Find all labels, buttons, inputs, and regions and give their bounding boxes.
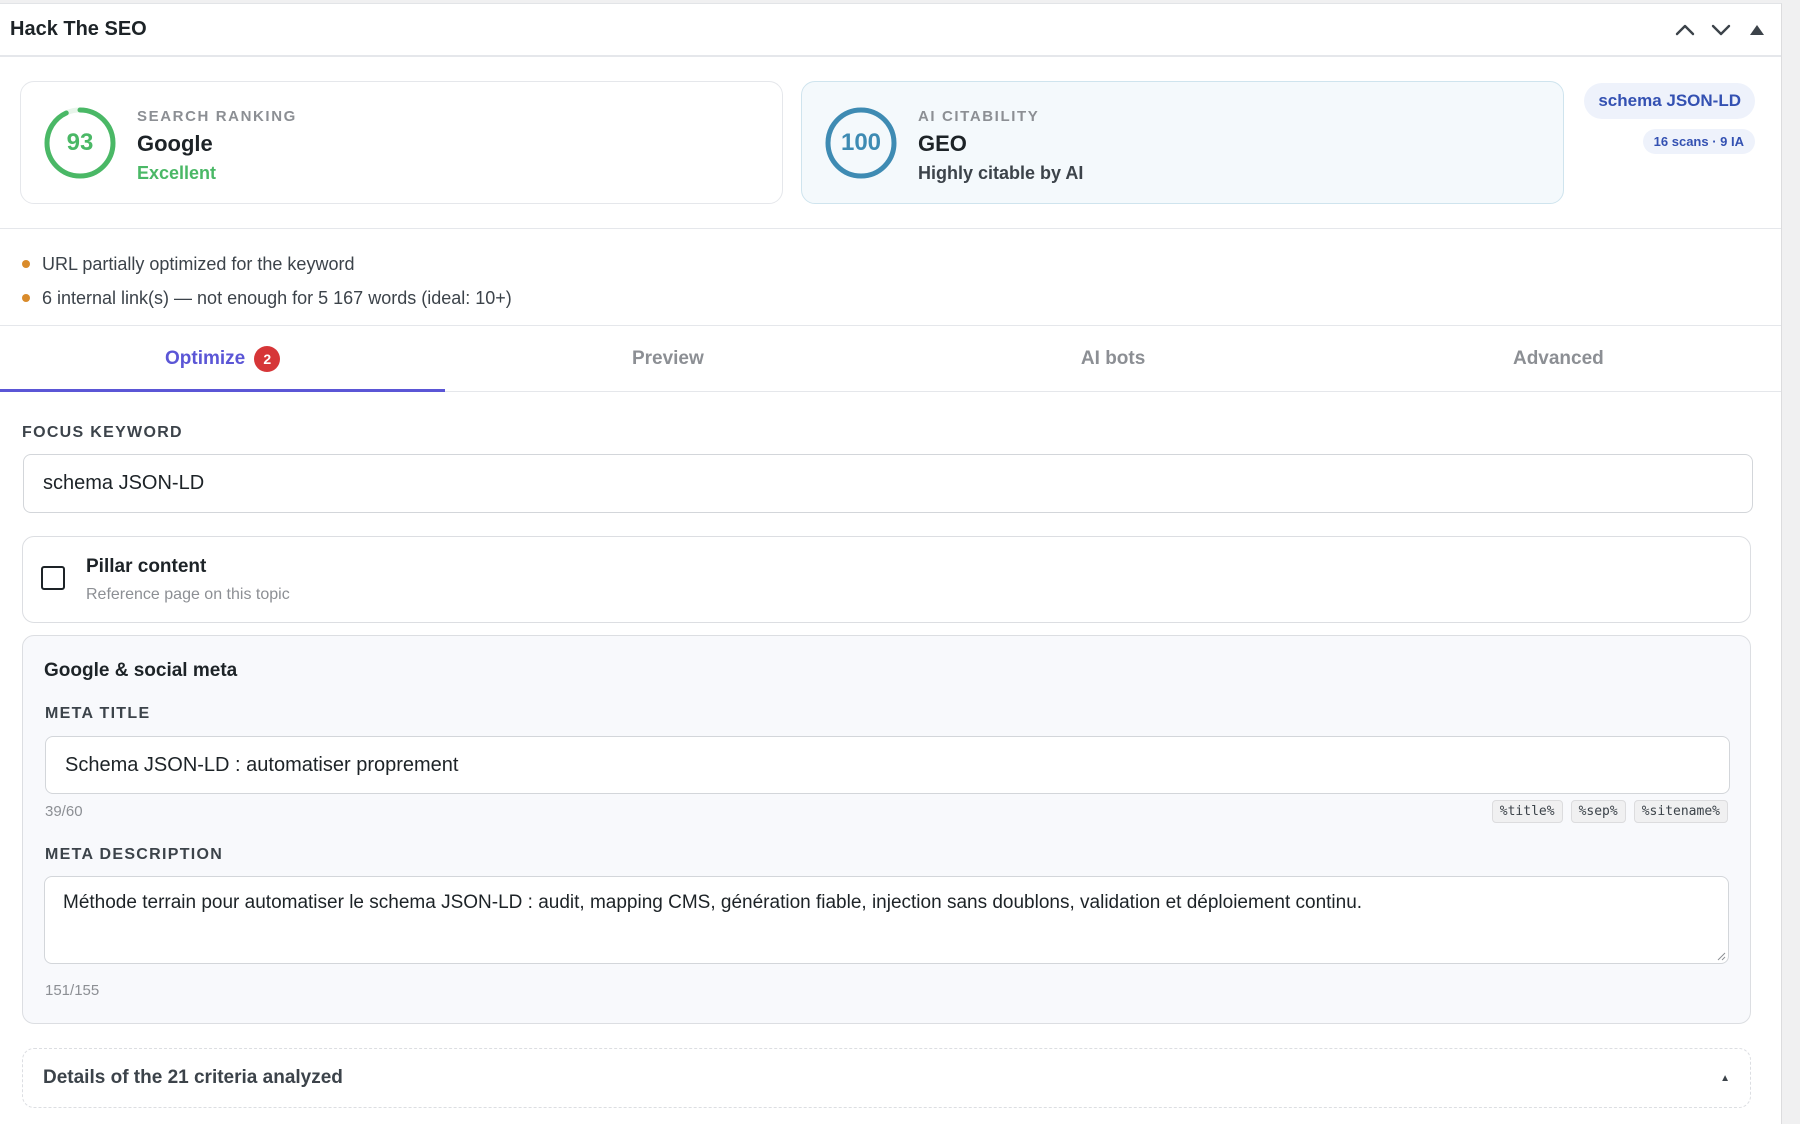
tab-optimize-label: Optimize [165, 347, 246, 369]
pillar-content-title: Pillar content [86, 556, 207, 577]
scans-pill: 16 scans · 9 IA [1642, 129, 1755, 154]
geo-score-ring: 100 [824, 106, 898, 180]
tab-bar: Optimize 2 Preview AI bots Advanced [0, 326, 1781, 392]
triangle-up-icon[interactable] [1745, 18, 1769, 42]
meta-description-text: Méthode terrain pour automatiser le sche… [63, 892, 1363, 913]
issue-text: URL partially optimized for the keyword [42, 253, 355, 274]
issue-list: URL partially optimized for the keyword … [0, 229, 1781, 326]
resize-handle-icon[interactable] [1716, 951, 1726, 961]
ai-citability-text: AI CITABILITY GEO Highly citable by AI [918, 108, 1083, 184]
issue-item: URL partially optimized for the keyword [22, 247, 1781, 281]
meta-title-input[interactable] [45, 736, 1730, 794]
keyword-pill: schema JSON-LD [1584, 83, 1755, 119]
tab-advanced-label: Advanced [1512, 347, 1604, 369]
search-ranking-label: SEARCH RANKING [137, 108, 297, 125]
variable-title-chip[interactable]: %title% [1491, 800, 1563, 823]
meta-description-textarea[interactable]: Méthode terrain pour automatiser le sche… [44, 876, 1729, 964]
focus-keyword-label: FOCUS KEYWORD [22, 424, 183, 441]
tab-preview-label: Preview [631, 347, 704, 369]
meta-description-counter: 151/155 [45, 982, 100, 999]
ai-citability-label: AI CITABILITY [918, 108, 1040, 125]
ai-citability-status: Highly citable by AI [918, 163, 1084, 183]
issue-item: 6 internal link(s) — not enough for 5 16… [22, 281, 1781, 315]
chevron-up-icon[interactable] [1673, 18, 1697, 42]
issue-text: 6 internal link(s) — not enough for 5 16… [42, 287, 512, 308]
pillar-content-option: Pillar content Reference page on this to… [22, 536, 1751, 623]
variable-sitename-chip[interactable]: %sitename% [1633, 800, 1728, 823]
search-ranking-card: 93 SEARCH RANKING Google Excellent [20, 81, 783, 204]
meta-title-counter: 39/60 [45, 803, 83, 820]
ai-citability-card: 100 AI CITABILITY GEO Highly citable by … [801, 81, 1564, 204]
tab-ai-bots-label: AI bots [1080, 347, 1146, 369]
panel-title: Hack The SEO [10, 18, 147, 40]
search-ranking-status: Excellent [137, 163, 217, 183]
focus-keyword-input[interactable] [23, 454, 1753, 513]
optimize-content: FOCUS KEYWORD Pillar content Reference p… [0, 424, 1781, 1108]
panel-header: Hack The SEO [0, 4, 1781, 57]
tab-ai-bots[interactable]: AI bots [891, 326, 1336, 391]
geo-score-value: 100 [840, 129, 882, 156]
search-ranking-name: Google [137, 131, 213, 156]
ai-citability-name: GEO [918, 131, 967, 156]
pillar-content-checkbox[interactable] [41, 566, 65, 590]
search-ranking-text: SEARCH RANKING Google Excellent [137, 108, 297, 184]
warning-dot-icon [22, 294, 30, 302]
tab-optimize[interactable]: Optimize 2 [0, 326, 446, 392]
chevron-down-icon[interactable] [1709, 18, 1733, 42]
scan-summary: schema JSON-LD 16 scans · 9 IA [1584, 83, 1755, 154]
google-score-ring: 93 [43, 106, 117, 180]
criteria-details-label: Details of the 21 criteria analyzed [43, 1067, 343, 1088]
social-meta-heading: Google & social meta [44, 660, 238, 681]
tab-preview[interactable]: Preview [445, 326, 890, 391]
meta-description-label: META DESCRIPTION [45, 846, 224, 863]
panel-header-actions [1673, 18, 1771, 42]
criteria-details-toggle[interactable]: Details of the 21 criteria analyzed ▲ [22, 1048, 1751, 1108]
seo-panel: Hack The SEO 93 SEARCH RANKING Google Ex… [0, 3, 1782, 1124]
warning-dot-icon [22, 260, 30, 268]
social-meta-box: Google & social meta META TITLE 39/60 %t… [22, 635, 1751, 1024]
pillar-content-subtitle: Reference page on this topic [86, 586, 290, 603]
variable-sep-chip[interactable]: %sep% [1570, 800, 1626, 823]
score-row: 93 SEARCH RANKING Google Excellent 100 A… [0, 57, 1781, 229]
google-score-value: 93 [66, 129, 94, 156]
caret-up-icon: ▲ [1720, 1072, 1730, 1084]
tab-optimize-badge: 2 [254, 345, 281, 372]
meta-title-label: META TITLE [45, 705, 151, 722]
tab-advanced[interactable]: Advanced [1336, 326, 1781, 391]
title-variables: %title% %sep% %sitename% [1491, 800, 1728, 823]
